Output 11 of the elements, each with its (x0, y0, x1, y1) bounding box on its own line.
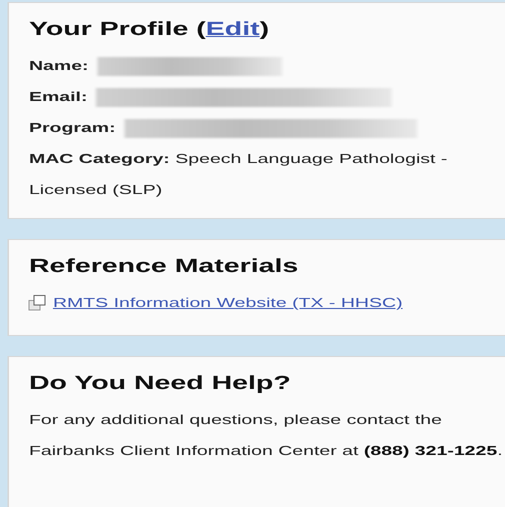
field-label: Email: (28, 89, 88, 104)
help-text: For any additional questions, please contact the Fairbanks Client Information Center at (888) 321-1225. (28, 411, 504, 460)
edit-link[interactable]: Edit (206, 19, 260, 40)
reference-heading: Reference Materials (28, 255, 298, 279)
field-label: Program: (28, 120, 116, 135)
windows-icon (28, 294, 47, 310)
website-link[interactable]: RMTS Information Website (TX - HHSC) (52, 287, 403, 318)
field-label: Name: (28, 58, 89, 73)
profile-heading: Your Profile (Edit) (28, 18, 270, 42)
field-text: MAC Category: Speech Language Pathologist - Licensed (SLP) (28, 150, 448, 199)
help-heading: Do You Need Help? (28, 372, 291, 396)
